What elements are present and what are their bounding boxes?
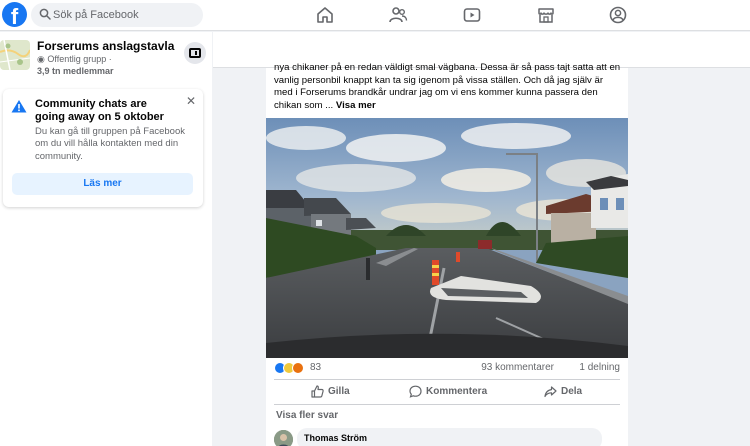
warning-icon [11, 100, 27, 113]
post-photo[interactable] [266, 118, 628, 358]
thumbs-up-icon [311, 385, 324, 398]
search-input[interactable] [53, 3, 198, 27]
sidebar-toggle-button[interactable] [184, 42, 206, 64]
group-member-count: 3,9 tn medlemmar [37, 66, 114, 76]
group-name[interactable]: Forserums anslagstavla [37, 39, 174, 53]
commenter-name[interactable]: Thomas Ström [304, 433, 367, 443]
search-icon [39, 8, 51, 20]
see-more-link[interactable]: Visa mer [336, 100, 376, 111]
share-count[interactable]: 1 delning [579, 362, 620, 373]
close-icon[interactable]: ✕ [185, 95, 197, 107]
post-stats: 83 93 kommentarer 1 delning [274, 361, 620, 375]
reaction-count: 83 [310, 362, 322, 373]
friends-icon[interactable] [388, 5, 408, 25]
post-card: nya chikaner på en redan väldigt smal vä… [266, 62, 628, 446]
learn-more-button[interactable]: Läs mer [12, 173, 193, 195]
marketplace-icon[interactable] [536, 5, 556, 25]
search-box[interactable] [31, 3, 203, 27]
avatar[interactable] [274, 430, 293, 446]
angry-reaction-icon [292, 362, 304, 374]
profile-icon[interactable] [608, 5, 628, 25]
post-actions: Gilla Kommentera Dela [274, 379, 620, 405]
globe-icon: ◉ [37, 54, 45, 64]
comment-count[interactable]: 93 kommentarer [481, 362, 554, 373]
post-text: nya chikaner på en redan väldigt smal vä… [274, 62, 621, 111]
top-navigation-bar: f [0, 0, 750, 31]
share-icon [544, 386, 557, 398]
group-thumbnail[interactable] [0, 40, 30, 70]
left-sidebar: Forserums anslagstavla ◉ Offentlig grupp… [0, 32, 212, 446]
view-more-replies-link[interactable]: Visa fler svar [276, 410, 338, 421]
group-privacy: ◉ Offentlig grupp · [37, 54, 112, 64]
notice-title: Community chats are going away on 5 okto… [35, 98, 164, 123]
comment-icon [409, 385, 422, 398]
panel-icon [189, 48, 201, 58]
comment-bubble: Thomas Ström [297, 428, 602, 446]
notice-body: Du kan gå till gruppen på Facebook om du… [35, 126, 185, 162]
home-icon[interactable] [315, 5, 335, 25]
facebook-logo[interactable]: f [2, 2, 27, 27]
watch-icon[interactable] [462, 5, 482, 25]
